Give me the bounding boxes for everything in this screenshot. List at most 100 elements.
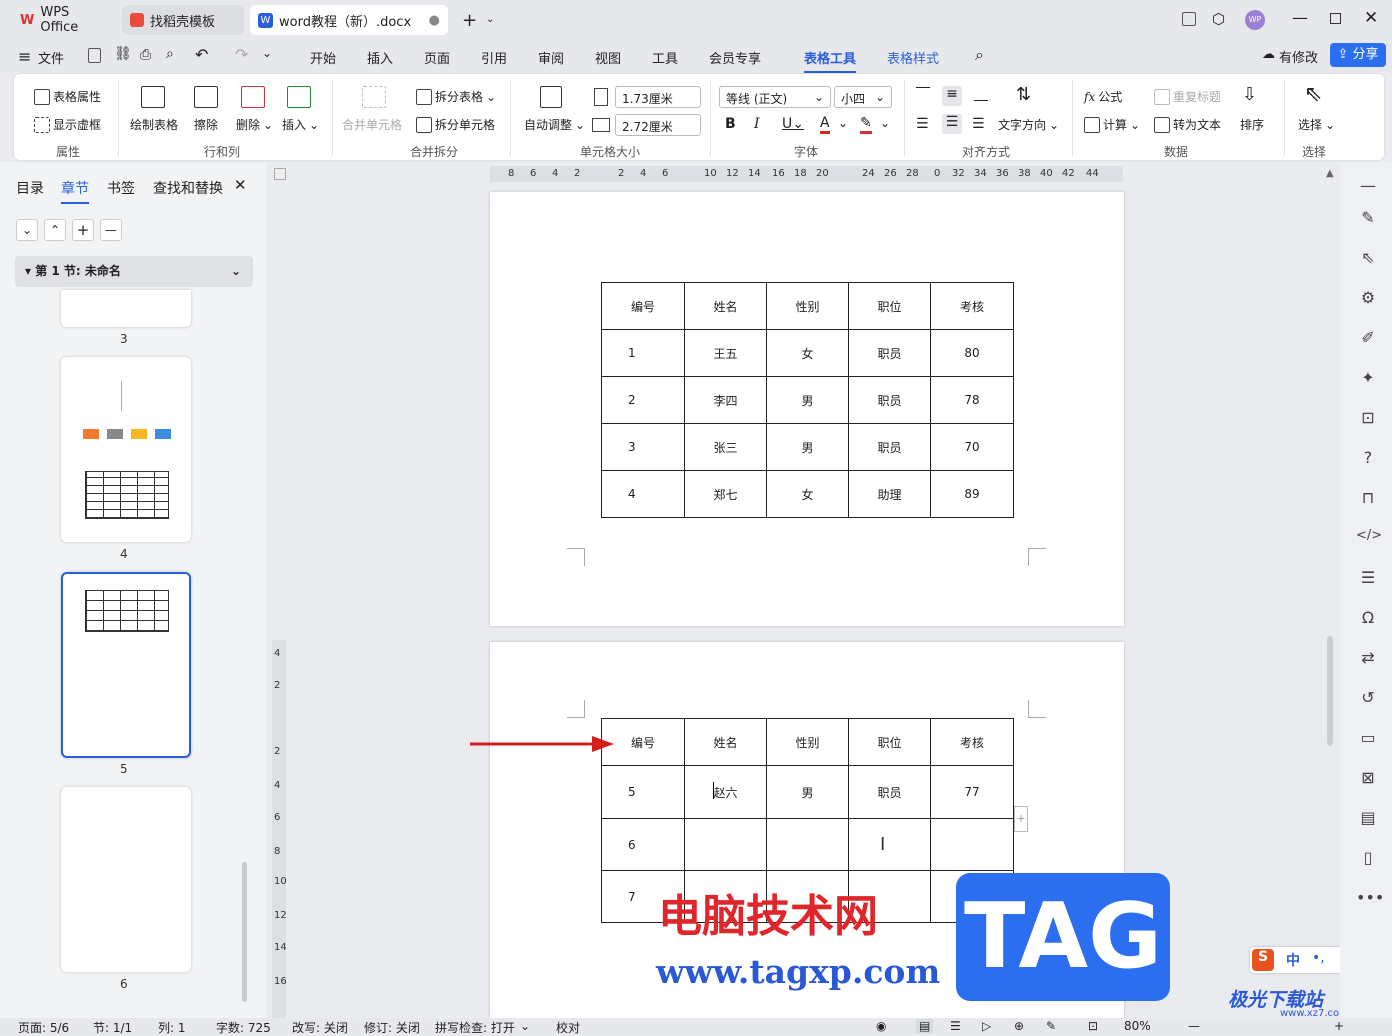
table-header-cell[interactable]: 考核 [930,718,1014,766]
table-cell[interactable]: 77 [930,765,1014,819]
more-icon[interactable]: ••• [1356,888,1384,912]
play-icon[interactable]: ▷ [982,1019,991,1033]
undo-icon[interactable]: ↶ [195,45,208,64]
share-button[interactable]: ⇪ 分享 [1330,43,1386,67]
table-props-button[interactable]: 表格属性 [34,88,101,105]
help-icon[interactable]: ? [1356,448,1380,472]
sort-button[interactable]: 排序 [1240,116,1264,133]
status-page[interactable]: 页面: 5/6 [18,1019,69,1036]
chevron-down-icon[interactable]: ⌄ [880,116,890,130]
close-tab-icon[interactable]: ● [429,13,440,28]
menu-view[interactable]: 视图 [595,48,621,67]
table-cell[interactable]: 女 [766,470,849,518]
layout-icon[interactable] [1182,12,1196,26]
status-rewrite[interactable]: 改写: 关闭 [292,1019,348,1036]
print-icon[interactable]: ⎙ [140,47,151,63]
table-cell[interactable] [766,818,849,871]
font-name-select[interactable]: 等线 (正文) ⌄ [719,86,831,108]
table-cell[interactable]: 职员 [848,329,931,377]
omega-icon[interactable]: Ω [1356,608,1380,632]
remove-section-icon[interactable]: — [100,219,122,241]
text-direction-button[interactable]: 文字方向 ⌄ [998,116,1059,133]
pen-view-icon[interactable]: ✎ [1046,1019,1056,1033]
status-spell[interactable]: 拼写检查: 打开 [435,1019,515,1036]
table-cell[interactable]: 70 [930,423,1014,471]
outline-view-icon[interactable]: ☰ [950,1019,961,1033]
menu-page[interactable]: 页面 [424,48,450,67]
fit-icon[interactable]: ⊡ [1088,1019,1098,1033]
formula-button[interactable]: fx 公式 [1084,88,1122,105]
table-cell[interactable]: 李四 [684,376,767,424]
table-cell[interactable]: 王五 [684,329,767,377]
page-thumbnail-selected[interactable] [61,572,191,758]
section-header[interactable]: ▾ 第 1 节: 未命名 ⌄ [15,256,253,287]
table-cell[interactable]: 6 [601,818,685,871]
new-tab-icon[interactable]: + [462,10,477,31]
table-cell[interactable]: 职员 [848,376,931,424]
table-cell[interactable]: 男 [766,423,849,471]
lock-icon[interactable]: ⊓ [1356,488,1380,512]
delete-button[interactable]: 删除 ⌄ [236,116,273,133]
pointer-icon[interactable]: ⇖ [1356,248,1380,272]
table-cell[interactable]: 助理 [848,470,931,518]
close-window-icon[interactable]: ✕ [1364,8,1378,28]
book-icon[interactable]: ⊡ [1356,408,1380,432]
avatar[interactable]: WP [1245,10,1265,30]
table-header-cell[interactable]: 性别 [766,718,849,766]
table-cell[interactable]: 80 [930,329,1014,377]
eye-icon[interactable]: ◉ [876,1019,886,1033]
table-cell[interactable]: 4 [601,470,685,518]
table-cell[interactable]: 89 [930,470,1014,518]
link-icon[interactable]: ⛓ [114,46,132,62]
table-header-cell[interactable]: 姓名 [684,718,767,766]
insert-button[interactable]: 插入 ⌄ [282,116,319,133]
menu-table-tools[interactable]: 表格工具 [804,48,857,73]
underline-icon[interactable]: U⌄ [782,116,804,132]
code-icon[interactable]: </> [1356,528,1382,552]
design-icon[interactable]: ✐ [1356,328,1380,352]
expand-down-icon[interactable]: ⌄ [16,219,38,241]
translate-icon[interactable]: ⇄ [1356,648,1380,672]
menu-table-style[interactable]: 表格样式 [887,48,939,67]
nav-tab-section[interactable]: 章节 [61,178,89,204]
page-thumbnail[interactable] [61,357,191,542]
table-cell[interactable]: 男 [766,376,849,424]
add-column-icon[interactable]: + [1014,806,1028,832]
chevron-down-icon[interactable]: ⌄ [520,1019,530,1033]
align-left-icon[interactable]: ☰ [916,116,929,132]
table-cell-cursor[interactable]: 赵六 [684,765,767,819]
tab-wps-office[interactable]: W WPS Office [12,5,118,35]
minimize-icon[interactable]: — [1292,8,1308,27]
align-top-icon[interactable]: ⎺ [916,86,930,102]
erase-button[interactable]: 擦除 [194,116,218,133]
split-cells-button[interactable]: 拆分单元格 [416,116,495,133]
table-cell[interactable] [848,818,931,871]
pen-icon[interactable]: ✎ [1356,208,1380,232]
data-table[interactable]: 编号 姓名 性别 职位 考核 1 王五 女 职员 80 2 李四 男 职员 78… [601,282,1014,518]
align-right-icon[interactable]: ☰ [972,116,985,132]
highlight-icon[interactable]: ✎ [860,115,872,134]
chevron-down-icon[interactable]: ⌄ [486,14,494,25]
status-revise[interactable]: 修订: 关闭 [364,1019,420,1036]
table-cell[interactable]: 5 [601,765,685,819]
show-grid-button[interactable]: 显示虚框 [34,116,101,133]
row-height-input[interactable]: 1.73厘米 [615,86,701,108]
panel-scrollbar[interactable] [242,862,247,1002]
status-words[interactable]: 字数: 725 [216,1019,271,1036]
search-icon[interactable]: ⌕ [975,45,984,65]
close-panel-icon[interactable]: ✕ [234,176,247,194]
punct-icon[interactable]: •, [1312,950,1325,966]
col-width-input[interactable]: 2.72厘米 [615,114,701,136]
table-cell[interactable]: 78 [930,376,1014,424]
split-table-button[interactable]: 拆分表格 ⌄ [416,88,496,105]
nav-tab-find[interactable]: 查找和替换 [153,178,223,198]
align-bottom-icon[interactable]: ⎽ [974,86,988,102]
table-cell[interactable]: 张三 [684,423,767,471]
table-header-cell[interactable]: 性别 [766,282,849,330]
tab-document[interactable]: W word教程（新）.docx ● [250,5,448,35]
page-view-icon[interactable]: ▤ [916,1019,934,1033]
menu-reference[interactable]: 引用 [481,48,507,67]
nav-tab-bookmark[interactable]: 书签 [107,178,135,198]
bold-icon[interactable]: B [725,116,736,132]
align-middle-icon[interactable]: ≡ [942,86,962,106]
